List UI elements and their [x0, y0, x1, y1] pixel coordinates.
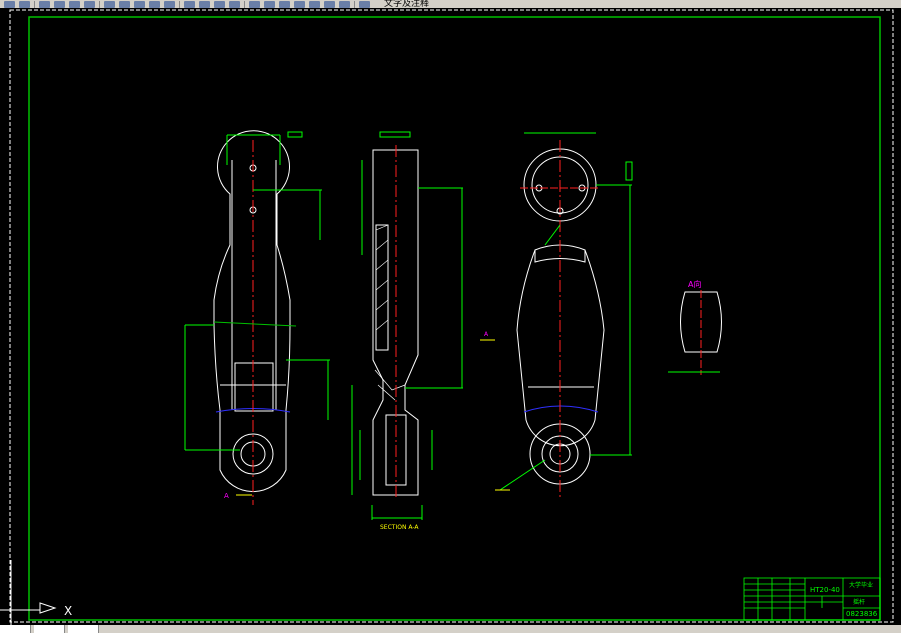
section-view: [351, 131, 495, 520]
layer-manager-icon[interactable]: [359, 1, 370, 8]
save-icon[interactable]: [19, 1, 30, 8]
section-marker: A: [224, 492, 229, 500]
publish-icon[interactable]: [69, 1, 80, 8]
toolbar-separator: [244, 1, 245, 8]
a-direction-view: [668, 290, 722, 375]
status-bar: [0, 625, 901, 633]
side-view: [495, 132, 633, 500]
toolbar: 文字及注释: [0, 0, 901, 8]
design-center-icon[interactable]: [264, 1, 275, 8]
layout1-tab[interactable]: [34, 625, 65, 633]
preview-icon[interactable]: [54, 1, 65, 8]
tool-palettes-icon[interactable]: [279, 1, 290, 8]
markup-icon[interactable]: [309, 1, 320, 8]
help-icon[interactable]: [339, 1, 350, 8]
print-icon[interactable]: [39, 1, 50, 8]
zoom-previous-icon[interactable]: [229, 1, 240, 8]
view-arrow-label: A: [484, 331, 489, 338]
copy-icon[interactable]: [104, 1, 115, 8]
section-label: SECTION A-A: [380, 524, 419, 531]
undo-icon[interactable]: [149, 1, 160, 8]
paste-icon[interactable]: [119, 1, 130, 8]
match-properties-icon[interactable]: [134, 1, 145, 8]
toolbar-separator: [354, 1, 355, 8]
model-tab[interactable]: [0, 625, 31, 633]
cut-icon[interactable]: [84, 1, 95, 8]
zoom-realtime-icon[interactable]: [199, 1, 210, 8]
ucs-icon: [0, 560, 57, 625]
material-label: HT20-40: [810, 586, 840, 594]
toolbar-separator: [34, 1, 35, 8]
pan-icon[interactable]: [184, 1, 195, 8]
part-name-label: 摇杆: [853, 598, 865, 606]
new-icon[interactable]: [4, 1, 15, 8]
sheet-border: [9, 9, 894, 623]
redo-icon[interactable]: [164, 1, 175, 8]
ucs-x-label: X: [64, 604, 72, 618]
layer-dropdown[interactable]: 文字及注释: [384, 0, 429, 8]
zoom-window-icon[interactable]: [214, 1, 225, 8]
layout2-tab[interactable]: [68, 625, 99, 633]
toolbar-separator: [179, 1, 180, 8]
drawing-number-label: 0823836: [846, 610, 878, 618]
sheet-set-icon[interactable]: [294, 1, 305, 8]
view-label: A向: [688, 279, 701, 289]
toolbar-separator: [99, 1, 100, 8]
calculator-icon[interactable]: [324, 1, 335, 8]
properties-icon[interactable]: [249, 1, 260, 8]
front-view: [184, 130, 330, 505]
drawing-canvas[interactable]: A SECTION A-A A A向 HT20-40 大学毕业 摇杆 08238…: [0, 8, 901, 625]
school-label: 大学毕业: [849, 581, 873, 589]
